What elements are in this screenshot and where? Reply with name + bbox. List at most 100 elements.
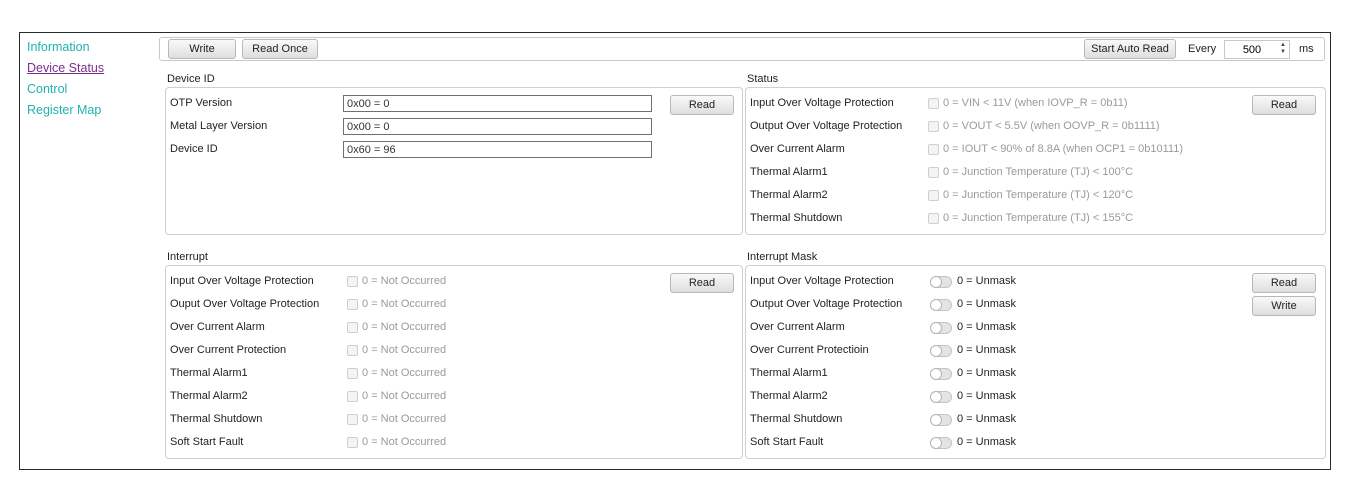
interval-input[interactable]: [1225, 41, 1279, 58]
mask-description: 0 = Unmask: [957, 367, 1016, 379]
mask-description: 0 = Unmask: [957, 436, 1016, 448]
mask-toggle[interactable]: [930, 368, 952, 380]
toggle-knob: [930, 391, 942, 403]
interrupt-description: 0 = Not Occurred: [362, 275, 447, 287]
interrupt-description: 0 = Not Occurred: [362, 413, 447, 425]
unit-label: ms: [1299, 43, 1314, 55]
interrupt-description: 0 = Not Occurred: [362, 321, 447, 333]
status-checkbox[interactable]: [928, 190, 939, 201]
toggle-knob: [930, 299, 942, 311]
status-panel: Read Input Over Voltage Protection 0 = V…: [745, 87, 1326, 235]
status-description: 0 = Junction Temperature (TJ) < 120°C: [943, 189, 1134, 201]
interrupt-checkbox[interactable]: [347, 345, 358, 356]
row-label: Input Over Voltage Protection: [750, 97, 894, 109]
interrupt-checkbox[interactable]: [347, 276, 358, 287]
mask-description: 0 = Unmask: [957, 298, 1016, 310]
metal-layer-version-field[interactable]: [343, 118, 652, 135]
row-label: Thermal Alarm2: [170, 390, 248, 402]
mask-toggle[interactable]: [930, 345, 952, 357]
row-label: Thermal Alarm1: [750, 166, 828, 178]
toggle-knob: [930, 276, 942, 288]
row-label: Thermal Alarm1: [170, 367, 248, 379]
mask-description: 0 = Unmask: [957, 344, 1016, 356]
app-frame: Information Device Status Control Regist…: [19, 32, 1331, 470]
interrupt-mask-title: Interrupt Mask: [747, 251, 818, 263]
interrupt-checkbox[interactable]: [347, 322, 358, 333]
row-label: OTP Version: [170, 97, 233, 109]
status-title: Status: [747, 73, 779, 85]
mask-description: 0 = Unmask: [957, 275, 1016, 287]
mask-description: 0 = Unmask: [957, 390, 1016, 402]
status-description: 0 = Junction Temperature (TJ) < 100°C: [943, 166, 1134, 178]
row-label: Device ID: [170, 143, 218, 155]
row-label: Input Over Voltage Protection: [170, 275, 314, 287]
mask-description: 0 = Unmask: [957, 413, 1016, 425]
row-label: Output Over Voltage Protection: [750, 120, 903, 132]
device-id-title: Device ID: [167, 73, 215, 85]
start-auto-read-button[interactable]: Start Auto Read: [1084, 39, 1176, 59]
interrupt-checkbox[interactable]: [347, 368, 358, 379]
read-once-button[interactable]: Read Once: [242, 39, 318, 59]
row-label: Soft Start Fault: [170, 436, 244, 448]
status-description: 0 = VOUT < 5.5V (when OOVP_R = 0b1111): [943, 120, 1160, 132]
interrupt-mask-write-button[interactable]: Write: [1252, 296, 1316, 316]
interrupt-mask-read-button[interactable]: Read: [1252, 273, 1316, 293]
toggle-knob: [930, 345, 942, 357]
mask-toggle[interactable]: [930, 322, 952, 334]
write-button[interactable]: Write: [168, 39, 236, 59]
row-label: Over Current Protectioin: [750, 344, 869, 356]
interrupt-description: 0 = Not Occurred: [362, 298, 447, 310]
row-label: Over Current Alarm: [750, 321, 845, 333]
mask-toggle[interactable]: [930, 391, 952, 403]
mask-toggle[interactable]: [930, 299, 952, 311]
row-label: Thermal Shutdown: [750, 413, 843, 425]
every-label: Every: [1188, 43, 1217, 55]
otp-version-field[interactable]: [343, 95, 652, 112]
status-checkbox[interactable]: [928, 213, 939, 224]
row-label: Ouput Over Voltage Protection: [170, 298, 320, 310]
nav-item-information[interactable]: Information: [27, 39, 147, 56]
device-id-read-button[interactable]: Read: [670, 95, 734, 115]
row-label: Input Over Voltage Protection: [750, 275, 894, 287]
row-label: Over Current Protection: [170, 344, 287, 356]
interrupt-description: 0 = Not Occurred: [362, 436, 447, 448]
mask-toggle[interactable]: [930, 437, 952, 449]
status-description: 0 = IOUT < 90% of 8.8A (when OCP1 = 0b10…: [943, 143, 1184, 155]
status-checkbox[interactable]: [928, 121, 939, 132]
nav-item-device-status[interactable]: Device Status: [27, 60, 147, 77]
interrupt-title: Interrupt: [167, 251, 208, 263]
status-description: 0 = Junction Temperature (TJ) < 155°C: [943, 212, 1134, 224]
interrupt-description: 0 = Not Occurred: [362, 344, 447, 356]
row-label: Metal Layer Version: [170, 120, 268, 132]
interval-spinner[interactable]: ▲▼: [1224, 40, 1290, 59]
interrupt-panel: Read Input Over Voltage Protection 0 = N…: [165, 265, 743, 459]
row-label: Over Current Alarm: [170, 321, 265, 333]
status-read-button[interactable]: Read: [1252, 95, 1316, 115]
mask-toggle[interactable]: [930, 414, 952, 426]
device-id-field[interactable]: [343, 141, 652, 158]
status-checkbox[interactable]: [928, 144, 939, 155]
spinner-arrows-icon[interactable]: ▲ ▼: [1279, 42, 1287, 57]
interrupt-checkbox[interactable]: [347, 414, 358, 425]
row-label: Soft Start Fault: [750, 436, 824, 448]
row-label: Thermal Shutdown: [750, 212, 843, 224]
device-id-panel: OTP Version Metal Layer Version Device I…: [165, 87, 743, 235]
interrupt-checkbox[interactable]: [347, 437, 358, 448]
nav-item-control[interactable]: Control: [27, 81, 147, 98]
interrupt-description: 0 = Not Occurred: [362, 367, 447, 379]
toolbar: Write Read Once Start Auto Read Every ▲▼…: [159, 37, 1325, 61]
toggle-knob: [930, 437, 942, 449]
row-label: Thermal Alarm1: [750, 367, 828, 379]
mask-toggle[interactable]: [930, 276, 952, 288]
nav-item-register-map[interactable]: Register Map: [27, 102, 147, 119]
status-checkbox[interactable]: [928, 167, 939, 178]
row-label: Thermal Alarm2: [750, 390, 828, 402]
interrupt-read-button[interactable]: Read: [670, 273, 734, 293]
row-label: Output Over Voltage Protection: [750, 298, 903, 310]
interrupt-checkbox[interactable]: [347, 299, 358, 310]
interrupt-checkbox[interactable]: [347, 391, 358, 402]
row-label: Thermal Alarm2: [750, 189, 828, 201]
toggle-knob: [930, 322, 942, 334]
mask-description: 0 = Unmask: [957, 321, 1016, 333]
status-checkbox[interactable]: [928, 98, 939, 109]
